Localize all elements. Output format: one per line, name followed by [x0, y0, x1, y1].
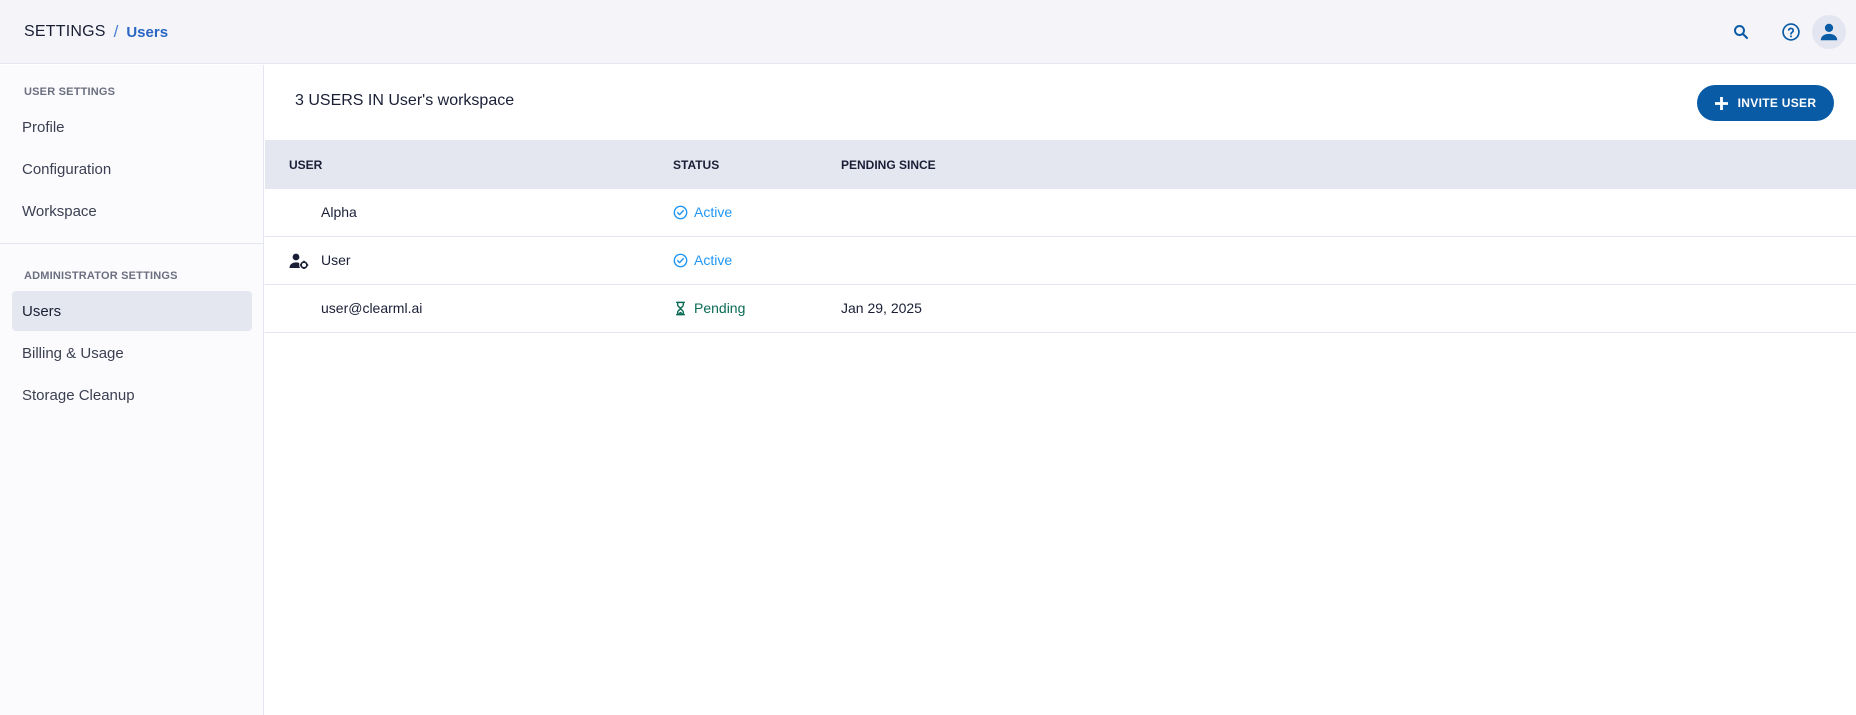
admin-user-icon [289, 253, 309, 272]
sidebar-item-profile[interactable]: Profile [12, 107, 252, 147]
status-text: Pending [694, 300, 746, 316]
sidebar-divider [0, 243, 264, 244]
breadcrumb: SETTINGS / Users [24, 22, 168, 42]
users-table: USER STATUS PENDING SINCE Alpha Active U… [265, 140, 1856, 333]
breadcrumb-separator: / [113, 22, 119, 41]
breadcrumb-users: Users [126, 23, 169, 41]
check-circle-icon [673, 253, 688, 268]
help-button[interactable] [1773, 14, 1809, 50]
plus-icon [1714, 96, 1728, 110]
table-row[interactable]: Alpha Active [265, 189, 1856, 237]
sidebar-item-billing-usage[interactable]: Billing & Usage [12, 333, 252, 373]
status-text: Active [694, 204, 733, 220]
section-title-user-settings: USER SETTINGS [24, 86, 116, 98]
sidebar-item-storage-cleanup[interactable]: Storage Cleanup [12, 375, 252, 415]
user-name: user@clearml.ai [321, 300, 423, 316]
user-name: Alpha [321, 204, 357, 220]
status-badge: Active [673, 252, 732, 268]
status-badge: Active [673, 204, 732, 220]
main-content: 3 USERS IN User's workspace INVITE USER … [265, 65, 1856, 715]
column-header-status[interactable]: STATUS [673, 158, 719, 172]
top-bar: SETTINGS / Users [0, 0, 1856, 64]
help-icon [1782, 23, 1800, 41]
breadcrumb-settings[interactable]: SETTINGS [24, 23, 106, 41]
column-header-pending-since[interactable]: PENDING SINCE [841, 158, 936, 172]
check-circle-icon [673, 205, 688, 220]
column-header-user[interactable]: USER [289, 158, 322, 172]
status-badge: Pending [673, 300, 745, 316]
user-name: User [321, 252, 351, 268]
hourglass-icon [673, 301, 688, 316]
pending-since: Jan 29, 2025 [841, 300, 922, 316]
sidebar-item-workspace[interactable]: Workspace [12, 191, 252, 231]
status-text: Active [694, 252, 733, 268]
table-row[interactable]: User Active [265, 237, 1856, 285]
section-title-administrator-settings: ADMINISTRATOR SETTINGS [24, 270, 178, 282]
search-icon [1734, 25, 1749, 40]
search-button[interactable] [1723, 14, 1759, 50]
avatar-button[interactable] [1812, 15, 1846, 49]
page-title: 3 USERS IN User's workspace [295, 92, 515, 109]
table-header: USER STATUS PENDING SINCE [265, 140, 1856, 189]
table-row[interactable]: user@clearml.ai Pending Jan 29, 2025 [265, 285, 1856, 333]
invite-user-button[interactable]: INVITE USER [1697, 85, 1834, 121]
sidebar: USER SETTINGS Profile Configuration Work… [0, 65, 264, 715]
invite-user-label: INVITE USER [1737, 96, 1817, 110]
avatar-icon [1820, 23, 1838, 41]
sidebar-item-configuration[interactable]: Configuration [12, 149, 252, 189]
sidebar-item-users[interactable]: Users [12, 291, 252, 331]
